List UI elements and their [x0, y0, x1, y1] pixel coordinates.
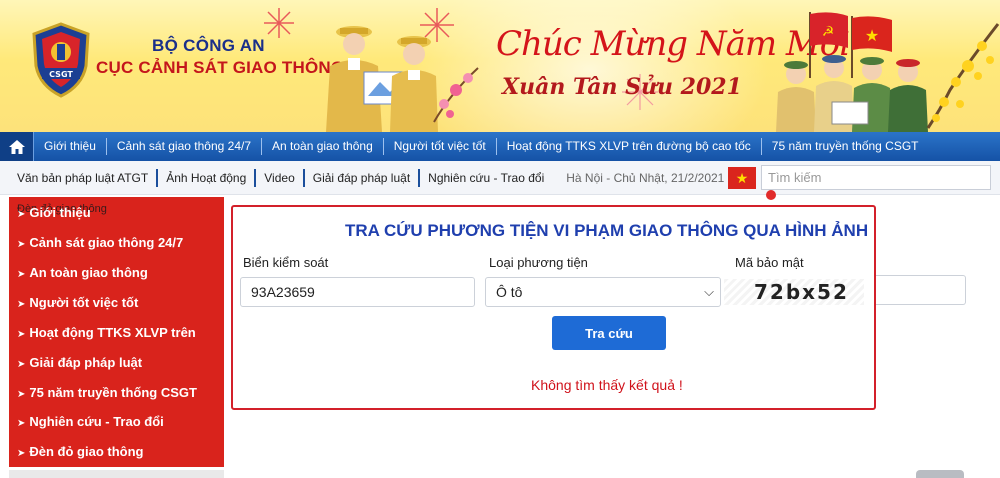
sidebar-item-traffic-safety[interactable]: ➤ An toàn giao thông [17, 265, 148, 280]
sidebar-item-legal-qa[interactable]: ➤ Giải đáp pháp luật [17, 355, 142, 370]
violation-lookup-panel: TRA CỨU PHƯƠNG TIỆN VI PHẠM GIAO THÔNG Q… [231, 205, 876, 410]
nav-item-good-deeds[interactable]: Người tốt việc tốt [384, 138, 497, 155]
notification-dot [766, 190, 776, 200]
lookup-title: TRA CỨU PHƯƠNG TIỆN VI PHẠM GIAO THÔNG Q… [345, 221, 869, 240]
firework-decoration [264, 8, 294, 38]
no-results-message: Không tìm thấy kết quả ! [531, 377, 683, 393]
nav-item-highway-patrol[interactable]: Hoạt động TTKS XLVP trên đường bộ cao tố… [497, 138, 762, 155]
cherry-blossom-decoration [433, 67, 479, 123]
csgt-badge-logo[interactable]: CSGT [30, 22, 92, 98]
home-button[interactable] [0, 132, 34, 161]
vehicle-type-value: Ô tô [496, 284, 523, 300]
captcha-input[interactable] [876, 275, 966, 305]
sidebar-item-research[interactable]: ➤ Nghiên cứu - Trao đổi [17, 414, 164, 429]
arrow-right-icon: ➤ [17, 448, 26, 459]
home-icon [8, 139, 25, 154]
secondary-navigation: Văn bản pháp luật ATGT Ảnh Hoạt động Vid… [0, 161, 1000, 195]
sidebar-item-traffic-police-24-7[interactable]: ➤ Cảnh sát giao thông 24/7 [17, 235, 183, 250]
arrow-right-icon: ➤ [17, 239, 26, 250]
sidebar-item-red-light[interactable]: ➤ Đèn đỏ giao thông [17, 444, 143, 459]
vehicle-type-label: Loại phương tiện [489, 255, 588, 270]
plate-label: Biển kiểm soát [243, 255, 329, 270]
lookup-submit-button[interactable]: Tra cứu [552, 316, 666, 350]
vehicle-type-select[interactable]: Ô tô ⌵ [485, 277, 721, 307]
subnav-item-video[interactable]: Video [256, 168, 305, 187]
scroll-to-top-button[interactable] [916, 470, 964, 478]
current-date: Hà Nội - Chủ Nhật, 21/2/2021 [566, 170, 725, 185]
plate-number-input[interactable] [240, 277, 475, 307]
arrow-right-icon: ➤ [17, 329, 26, 340]
arrow-right-icon: ➤ [17, 418, 26, 429]
nav-item-75-years[interactable]: 75 năm truyền thống CSGT [762, 138, 929, 155]
vietnam-flag-icon[interactable]: ★ [728, 167, 756, 189]
main-navigation: Giới thiệu Cảnh sát giao thông 24/7 An t… [0, 132, 1000, 161]
arrow-right-icon: ➤ [17, 389, 26, 400]
sidebar-menu: Đèn đỏ giao thông ➤ Giới thiệu ➤ Cảnh sát … [9, 197, 224, 467]
nav-item-traffic-safety[interactable]: An toàn giao thông [262, 138, 384, 155]
arrow-right-icon: ➤ [17, 209, 26, 220]
svg-text:CSGT: CSGT [49, 70, 73, 79]
arrow-right-icon: ➤ [17, 359, 26, 370]
apricot-blossom-decoration [926, 23, 1000, 129]
nav-item-traffic-police-24-7[interactable]: Cảnh sát giao thông 24/7 [107, 138, 262, 155]
sidebar-item-highway-patrol[interactable]: ➤ Hoạt động TTKS XLVP trên [17, 325, 196, 340]
nav-item-introduction[interactable]: Giới thiệu [34, 138, 107, 155]
arrow-right-icon: ➤ [17, 299, 26, 310]
subnav-item-legal-documents[interactable]: Văn bản pháp luật ATGT [0, 168, 159, 187]
captcha-label: Mã bảo mật [735, 255, 804, 270]
sidebar-item-good-deeds[interactable]: ➤ Người tốt việc tốt [17, 295, 138, 310]
svg-text:★: ★ [865, 28, 879, 45]
sidebar-bottom-strip [9, 470, 224, 478]
arrow-right-icon: ➤ [17, 269, 26, 280]
header-banner: CSGT BỘ CÔNG AN CỤC CẢNH SÁT GIAO THÔNG [0, 0, 1000, 132]
captcha-image: 72bx52 [724, 279, 864, 305]
sidebar-item-75-years[interactable]: ➤ 75 năm truyền thống CSGT [17, 385, 197, 400]
sidebar-item-introduction[interactable]: ➤ Giới thiệu [17, 205, 91, 220]
org-title-ministry: BỘ CÔNG AN [152, 36, 265, 55]
chevron-down-icon: ⌵ [704, 284, 714, 299]
subnav-item-research[interactable]: Nghiên cứu - Trao đổi [420, 169, 552, 187]
subnav-item-activity-photos[interactable]: Ảnh Hoạt động [158, 168, 257, 187]
new-year-subtitle: Xuân Tân Sửu 2021 [502, 74, 742, 100]
firework-decoration [420, 8, 454, 42]
search-input[interactable] [761, 165, 991, 190]
subnav-item-legal-qa[interactable]: Giải đáp pháp luật [305, 168, 421, 187]
svg-text:☭: ☭ [822, 23, 835, 39]
